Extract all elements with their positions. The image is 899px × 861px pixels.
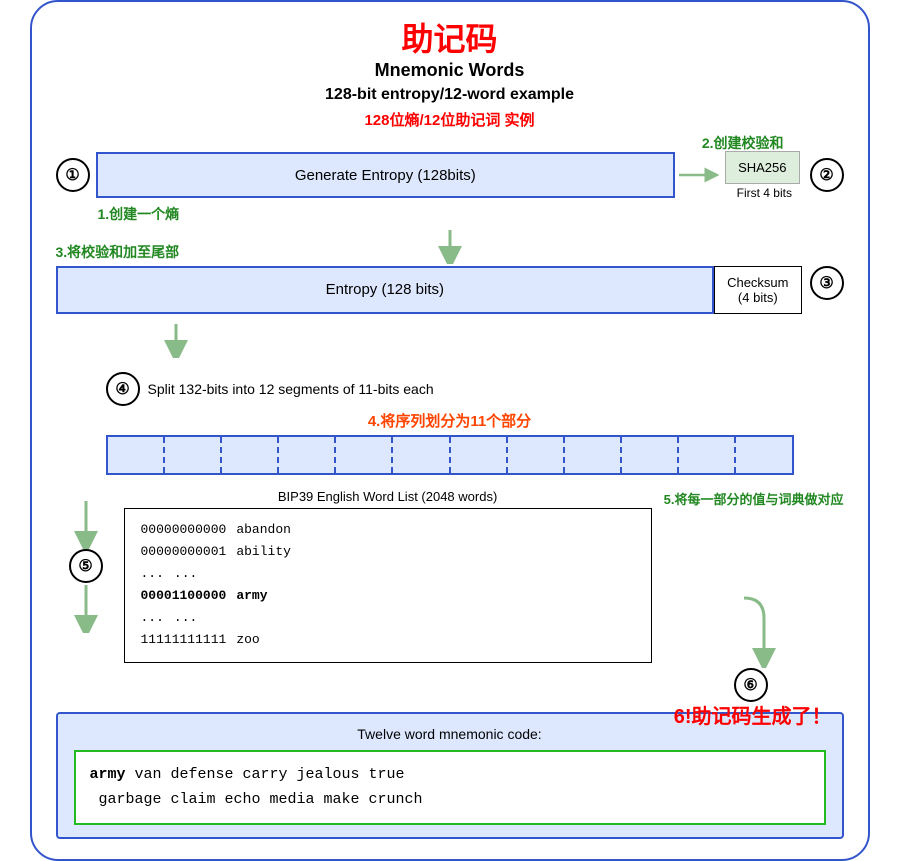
bits-seg-10	[622, 437, 679, 473]
bits-seg-12	[736, 437, 791, 473]
binary-4: 00001100000	[141, 585, 227, 607]
word-4: army	[236, 585, 267, 607]
bits-bar	[106, 435, 794, 475]
wordlist-row-4: 00001100000 army	[141, 585, 635, 607]
entropy-section: ① Generate Entropy (128bits) SHA256 Firs…	[56, 151, 844, 200]
wordlist-row-1: 00000000000 abandon	[141, 519, 635, 541]
wordlist-container: BIP39 English Word List (2048 words) 000…	[124, 489, 652, 663]
mnemonic-rest: van defense carry jealous true garbage c…	[90, 766, 423, 809]
arrow-right-1	[675, 163, 725, 187]
step5-label: 5.将每一部分的值与词典做对应	[664, 489, 844, 508]
bits-seg-1	[108, 437, 165, 473]
binary-dots-2: ...	[141, 607, 164, 629]
entropy-box2: Entropy (128 bits)	[56, 266, 715, 314]
word-dots-1: ...	[174, 563, 197, 585]
bits-seg-4	[279, 437, 336, 473]
sha-box: SHA256	[725, 151, 799, 184]
step4-circle: ④	[106, 372, 140, 406]
wordlist-title: BIP39 English Word List (2048 words)	[124, 489, 652, 504]
main-container: 助记码 Mnemonic Words 128-bit entropy/12-wo…	[30, 0, 870, 861]
step3-label: 3.将校验和加至尾部	[56, 242, 180, 262]
checksum-bits: (4 bits)	[738, 290, 778, 305]
step2-label: 2.创建校验和	[702, 133, 784, 153]
wordlist-row-5: ... ...	[141, 607, 635, 629]
word-2: ability	[236, 541, 291, 563]
entropy-box: Generate Entropy (128bits)	[96, 152, 676, 198]
title-cn: 助记码	[56, 20, 844, 58]
step3-circle: ③	[810, 266, 844, 300]
binary-dots-1: ...	[141, 563, 164, 585]
wordlist-box: 00000000000 abandon 00000000001 ability …	[124, 508, 652, 663]
step6-label: 6!助记码生成了！	[674, 700, 832, 729]
mnemonic-first-word: army	[90, 766, 126, 783]
word-dots-2: ...	[174, 607, 197, 629]
binary-2: 00000000001	[141, 541, 227, 563]
bits-seg-6	[393, 437, 450, 473]
step2-circle: ②	[810, 158, 844, 192]
step1-label: 1.创建一个熵	[98, 204, 180, 224]
bits-seg-8	[508, 437, 565, 473]
title-en2: 128-bit entropy/12-word example	[56, 84, 844, 106]
wordlist-row-3: ... ...	[141, 563, 635, 585]
checksum-section: 3.将校验和加至尾部 Entropy (128 bits) Checksum (…	[56, 266, 844, 314]
step6-circle: ⑥	[734, 668, 768, 702]
step5-right-area: 5.将每一部分的值与词典做对应 ⑥	[664, 489, 844, 702]
bits-seg-3	[222, 437, 279, 473]
binary-1: 00000000000	[141, 519, 227, 541]
checksum-box: Checksum (4 bits)	[714, 266, 801, 314]
bits-seg-7	[451, 437, 508, 473]
subtitle-cn: 128位熵/12位助记词 实例	[56, 110, 844, 131]
sha-area: SHA256 First 4 bits	[725, 151, 799, 200]
split-desc: Split 132-bits into 12 segments of 11-bi…	[148, 381, 434, 397]
wordlist-row-2: 00000000001 ability	[141, 541, 635, 563]
bits-seg-5	[336, 437, 393, 473]
wordlist-row-6: 11111111111 zoo	[141, 629, 635, 651]
title-en1: Mnemonic Words	[56, 58, 844, 83]
mnemonic-section: 6!助记码生成了！ Twelve word mnemonic code: arm…	[56, 712, 844, 839]
wordlist-section: ⑤ BIP39 English Word List (2048 words) 0…	[56, 489, 844, 702]
split-title-area: ④ Split 132-bits into 12 segments of 11-…	[56, 372, 844, 406]
first4bits: First 4 bits	[737, 186, 792, 200]
binary-6: 11111111111	[141, 629, 227, 651]
step4-label: 4.将序列划分为11个部分	[56, 410, 844, 431]
bits-seg-9	[565, 437, 622, 473]
split-section: ④ Split 132-bits into 12 segments of 11-…	[56, 372, 844, 475]
mnemonic-code-box: army van defense carry jealous true garb…	[74, 750, 826, 825]
arrow-down-2-area	[56, 322, 844, 358]
checksum-label: Checksum	[727, 275, 788, 290]
step5-area: ⑤	[56, 499, 116, 633]
step5-circle: ⑤	[69, 549, 103, 583]
bits-seg-2	[165, 437, 222, 473]
word-1: abandon	[236, 519, 291, 541]
word-6: zoo	[236, 629, 259, 651]
bits-seg-11	[679, 437, 736, 473]
step1-circle: ①	[56, 158, 90, 192]
